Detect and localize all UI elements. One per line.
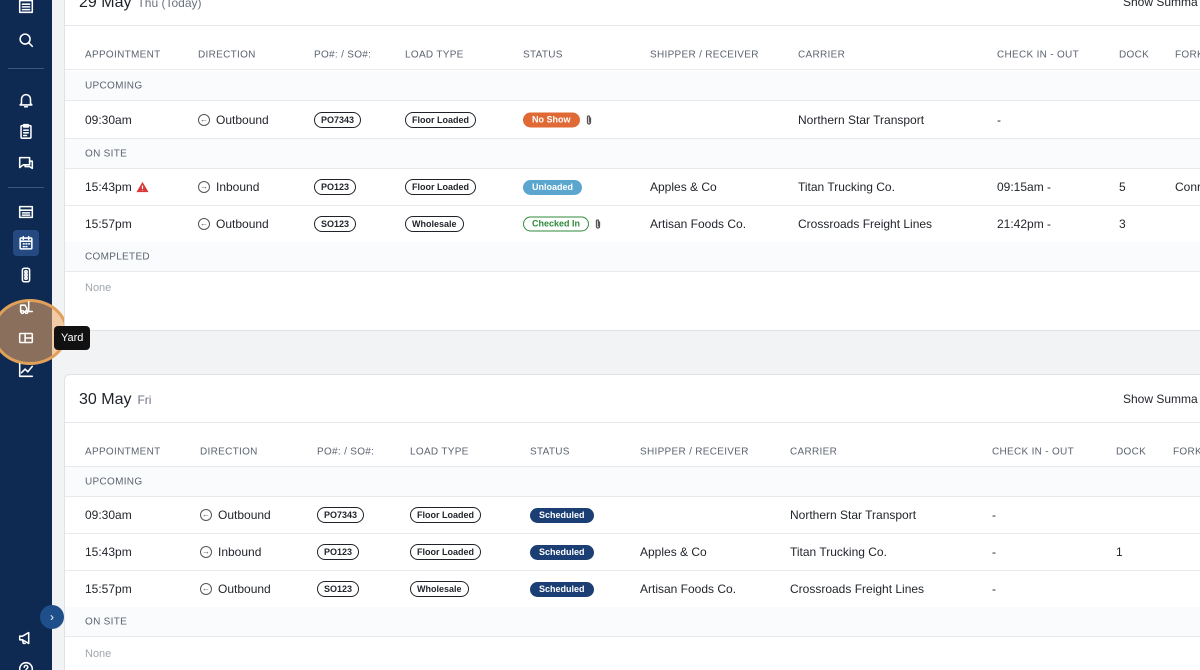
load-type-pill: Wholesale <box>405 216 464 232</box>
list-icon[interactable] <box>13 199 39 225</box>
section-on-site: ON SITE <box>65 139 1200 169</box>
column-header[interactable]: DIRECTION <box>200 446 258 457</box>
table-row[interactable]: 15:57pm ← Outbound SO123 Wholesale Checke… <box>65 206 1200 243</box>
day-card-header: 30 May Fri Show Summa <box>65 375 1200 423</box>
column-header[interactable]: LOAD TYPE <box>410 446 469 457</box>
section-upcoming: UPCOMING <box>65 467 1200 497</box>
arrow-left-circle-icon: ← <box>200 583 212 595</box>
column-header[interactable]: DOCK <box>1116 446 1146 457</box>
paperclip-icon[interactable] <box>584 114 594 126</box>
clipboard-icon[interactable] <box>13 118 39 144</box>
status-badge: Scheduled <box>530 508 594 523</box>
megaphone-icon[interactable] <box>13 625 39 651</box>
section-upcoming: UPCOMING <box>65 71 1200 101</box>
day-card-29-may: 29 May Thu (Today) Show Summa APPOINTMENT… <box>64 0 1200 331</box>
column-header[interactable]: FORK <box>1173 446 1200 457</box>
table-row[interactable]: 09:30am ← Outbound PO7343 Floor Loaded No… <box>65 102 1200 139</box>
table-row[interactable]: 15:43pm → Inbound PO123 Floor Loaded Unlo… <box>65 169 1200 206</box>
column-header[interactable]: PO#: / SO#: <box>317 446 374 457</box>
load-type-pill: Floor Loaded <box>405 179 476 195</box>
column-header[interactable]: CARRIER <box>790 446 837 457</box>
load-type-pill: Floor Loaded <box>405 112 476 128</box>
calendar-icon[interactable] <box>13 230 39 256</box>
bell-icon[interactable] <box>13 87 39 113</box>
yard-tooltip: Yard <box>54 326 91 350</box>
search-icon[interactable] <box>13 27 39 53</box>
warehouse-icon[interactable] <box>13 0 39 19</box>
show-summary-button[interactable]: Show Summa <box>1123 0 1198 9</box>
load-type-pill: Wholesale <box>410 581 469 597</box>
load-type-pill: Floor Loaded <box>410 507 481 523</box>
empty-row: None <box>85 282 112 294</box>
column-header[interactable]: LOAD TYPE <box>405 49 464 60</box>
chart-icon[interactable] <box>13 357 39 383</box>
arrow-left-circle-icon: ← <box>200 509 212 521</box>
column-header[interactable]: CHECK IN - OUT <box>997 49 1079 60</box>
chat-icon[interactable] <box>13 150 39 176</box>
table-header: APPOINTMENT DIRECTION PO#: / SO#: LOAD T… <box>65 40 1200 70</box>
section-completed: COMPLETED <box>65 242 1200 272</box>
paperclip-icon[interactable] <box>593 218 603 230</box>
table-row[interactable]: 15:43pm → Inbound PO123 Floor Loaded Sche… <box>65 534 1200 571</box>
section-on-site: ON SITE <box>65 607 1200 637</box>
column-header[interactable]: FORK <box>1175 49 1200 60</box>
column-header[interactable]: CHECK IN - OUT <box>992 446 1074 457</box>
status-badge: Checked In <box>523 216 590 232</box>
status-badge: No Show <box>523 112 580 128</box>
sidebar <box>0 0 68 670</box>
po-pill: PO123 <box>317 544 360 560</box>
table-row[interactable]: 09:30am ← Outbound PO7343 Floor Loaded Sc… <box>65 497 1200 534</box>
arrow-left-circle-icon: ← <box>198 218 210 230</box>
yard-icon[interactable] <box>13 325 39 351</box>
sidebar-collapse-button[interactable]: › <box>40 605 64 629</box>
column-header[interactable]: APPOINTMENT <box>85 49 161 60</box>
column-header[interactable]: SHIPPER / RECEIVER <box>640 446 749 457</box>
column-header[interactable]: DOCK <box>1119 49 1149 60</box>
status-badge: Scheduled <box>530 545 594 560</box>
column-header[interactable]: SHIPPER / RECEIVER <box>650 49 759 60</box>
column-header[interactable]: PO#: / SO#: <box>314 49 371 60</box>
column-header[interactable]: STATUS <box>530 446 570 457</box>
column-header[interactable]: STATUS <box>523 49 563 60</box>
day-card-30-may: 30 May Fri Show Summa APPOINTMENT DIRECTI… <box>64 374 1200 670</box>
column-header[interactable]: APPOINTMENT <box>85 446 161 457</box>
po-pill: PO7343 <box>317 507 365 523</box>
chevron-right-icon: › <box>50 610 54 624</box>
show-summary-button[interactable]: Show Summa <box>1123 392 1198 406</box>
so-pill: SO123 <box>314 216 357 232</box>
po-pill: PO7343 <box>314 112 362 128</box>
empty-row: None <box>85 648 112 660</box>
arrow-left-circle-icon: ← <box>198 114 210 126</box>
arrow-right-circle-icon: → <box>198 181 210 193</box>
status-badge: Unloaded <box>523 180 583 195</box>
day-title: 30 May Fri <box>79 391 152 408</box>
so-pill: SO123 <box>317 581 360 597</box>
warning-icon <box>136 181 149 193</box>
po-pill: PO123 <box>314 179 357 195</box>
table-row[interactable]: 15:57pm ← Outbound SO123 Wholesale Schedu… <box>65 571 1200 608</box>
table-header: APPOINTMENT DIRECTION PO#: / SO#: LOAD T… <box>65 437 1200 467</box>
day-card-header: 29 May Thu (Today) Show Summa <box>65 0 1200 26</box>
arrow-right-circle-icon: → <box>200 546 212 558</box>
day-title: 29 May Thu (Today) <box>79 0 202 11</box>
forklift-icon[interactable] <box>13 294 39 320</box>
traffic-light-icon[interactable] <box>13 262 39 288</box>
help-icon[interactable] <box>13 656 39 670</box>
column-header[interactable]: DIRECTION <box>198 49 256 60</box>
column-header[interactable]: CARRIER <box>798 49 845 60</box>
status-badge: Scheduled <box>530 582 594 597</box>
load-type-pill: Floor Loaded <box>410 544 481 560</box>
